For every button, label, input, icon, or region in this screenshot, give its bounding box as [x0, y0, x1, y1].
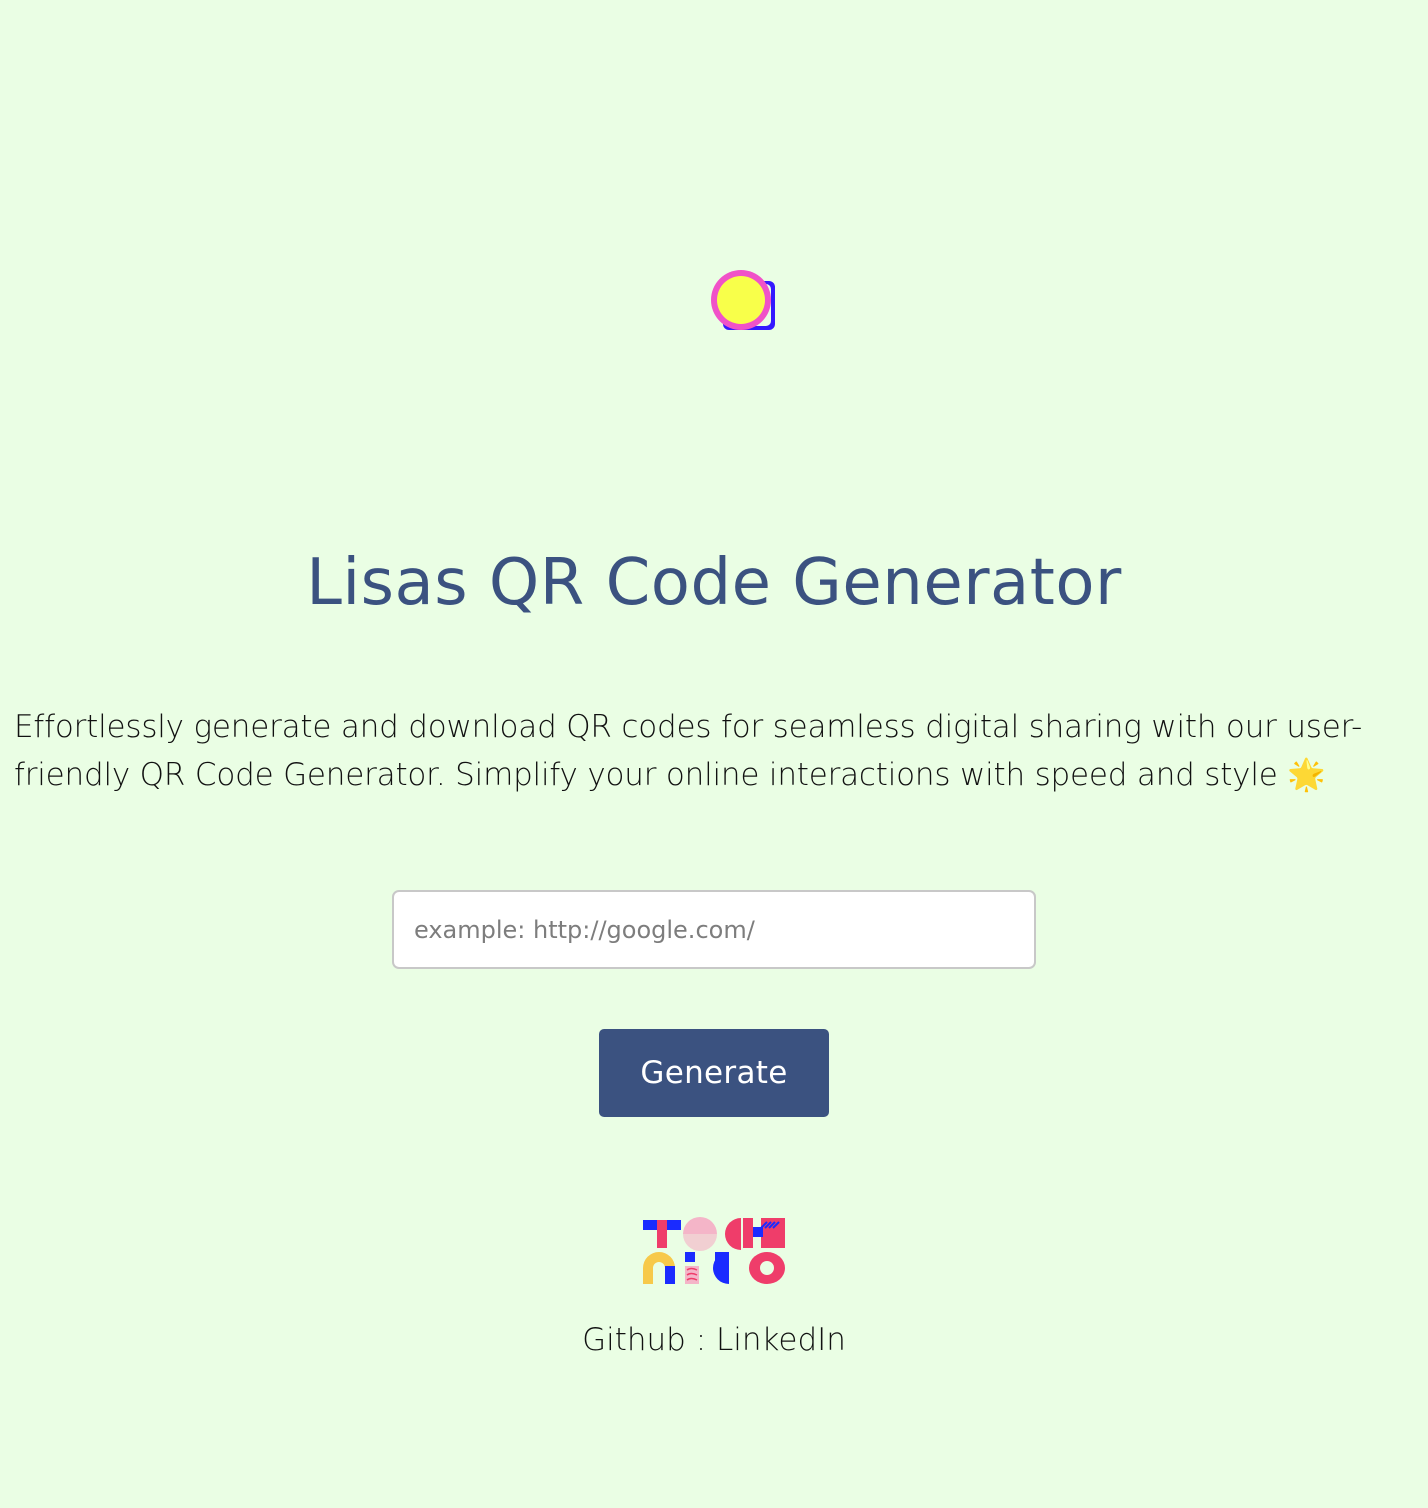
linkedin-link[interactable]: LinkedIn [716, 1322, 846, 1358]
generate-button[interactable]: Generate [599, 1029, 829, 1117]
url-input[interactable] [392, 890, 1036, 969]
footer-separator: : [685, 1322, 716, 1358]
footer-links: Github : LinkedIn [0, 1318, 1428, 1362]
github-link[interactable]: Github [582, 1322, 686, 1358]
brand-logo [643, 1216, 785, 1286]
app-logo-icon [709, 268, 779, 334]
tagline-text: Effortlessly generate and download QR co… [14, 709, 1363, 793]
star-icon: 🌟 [1287, 757, 1326, 793]
page-title: Lisas QR Code Generator [306, 546, 1122, 620]
tagline: Effortlessly generate and download QR co… [14, 703, 1419, 799]
